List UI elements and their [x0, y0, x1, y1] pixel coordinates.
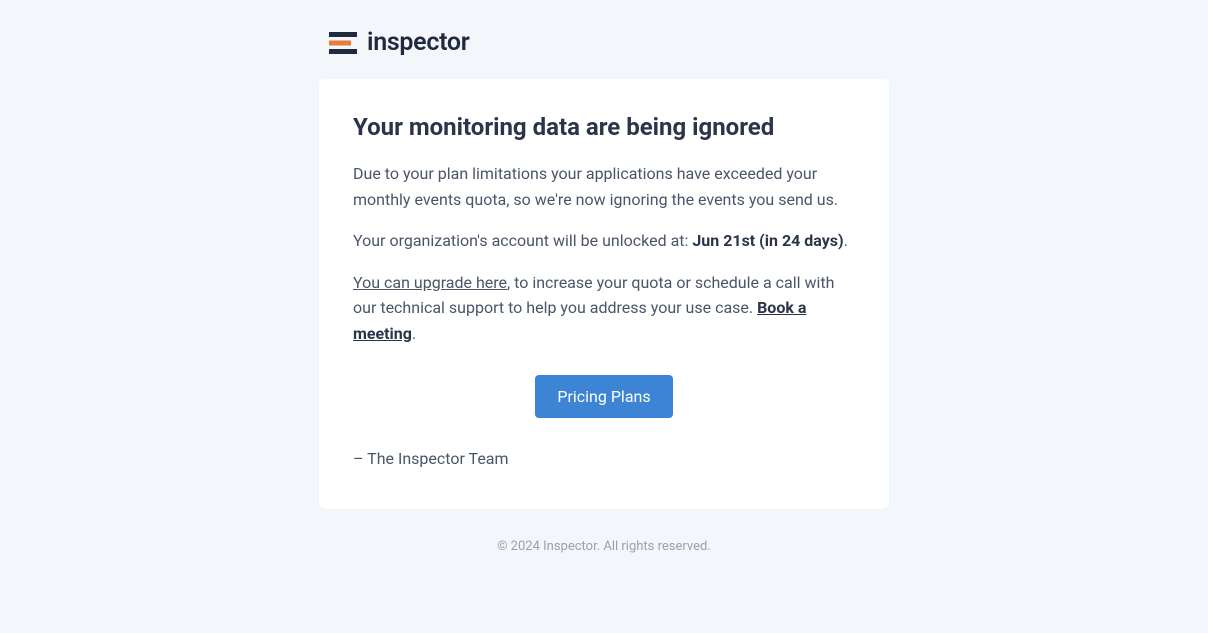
paragraph-quota: Due to your plan limitations your applic…: [353, 161, 855, 212]
signature: – The Inspector Team: [353, 446, 855, 472]
upgrade-link[interactable]: You can upgrade here: [353, 273, 507, 292]
unlock-date: Jun 21st (in 24 days): [692, 231, 843, 250]
email-container: inspector Your monitoring data are being…: [319, 28, 889, 554]
pricing-plans-button[interactable]: Pricing Plans: [535, 375, 672, 418]
unlock-prefix: Your organization's account will be unlo…: [353, 231, 692, 250]
logo-text: inspector: [367, 28, 469, 57]
card-title: Your monitoring data are being ignored: [353, 113, 855, 141]
paragraph-unlock: Your organization's account will be unlo…: [353, 228, 855, 254]
logo-area: inspector: [319, 28, 889, 57]
inspector-logo-icon: [329, 32, 357, 54]
message-card: Your monitoring data are being ignored D…: [319, 79, 889, 509]
unlock-suffix: .: [844, 231, 848, 250]
paragraph-upgrade: You can upgrade here, to increase your q…: [353, 270, 855, 347]
upgrade-suffix: .: [412, 324, 416, 343]
footer-copyright: © 2024 Inspector. All rights reserved.: [319, 539, 889, 554]
button-wrap: Pricing Plans: [353, 375, 855, 418]
